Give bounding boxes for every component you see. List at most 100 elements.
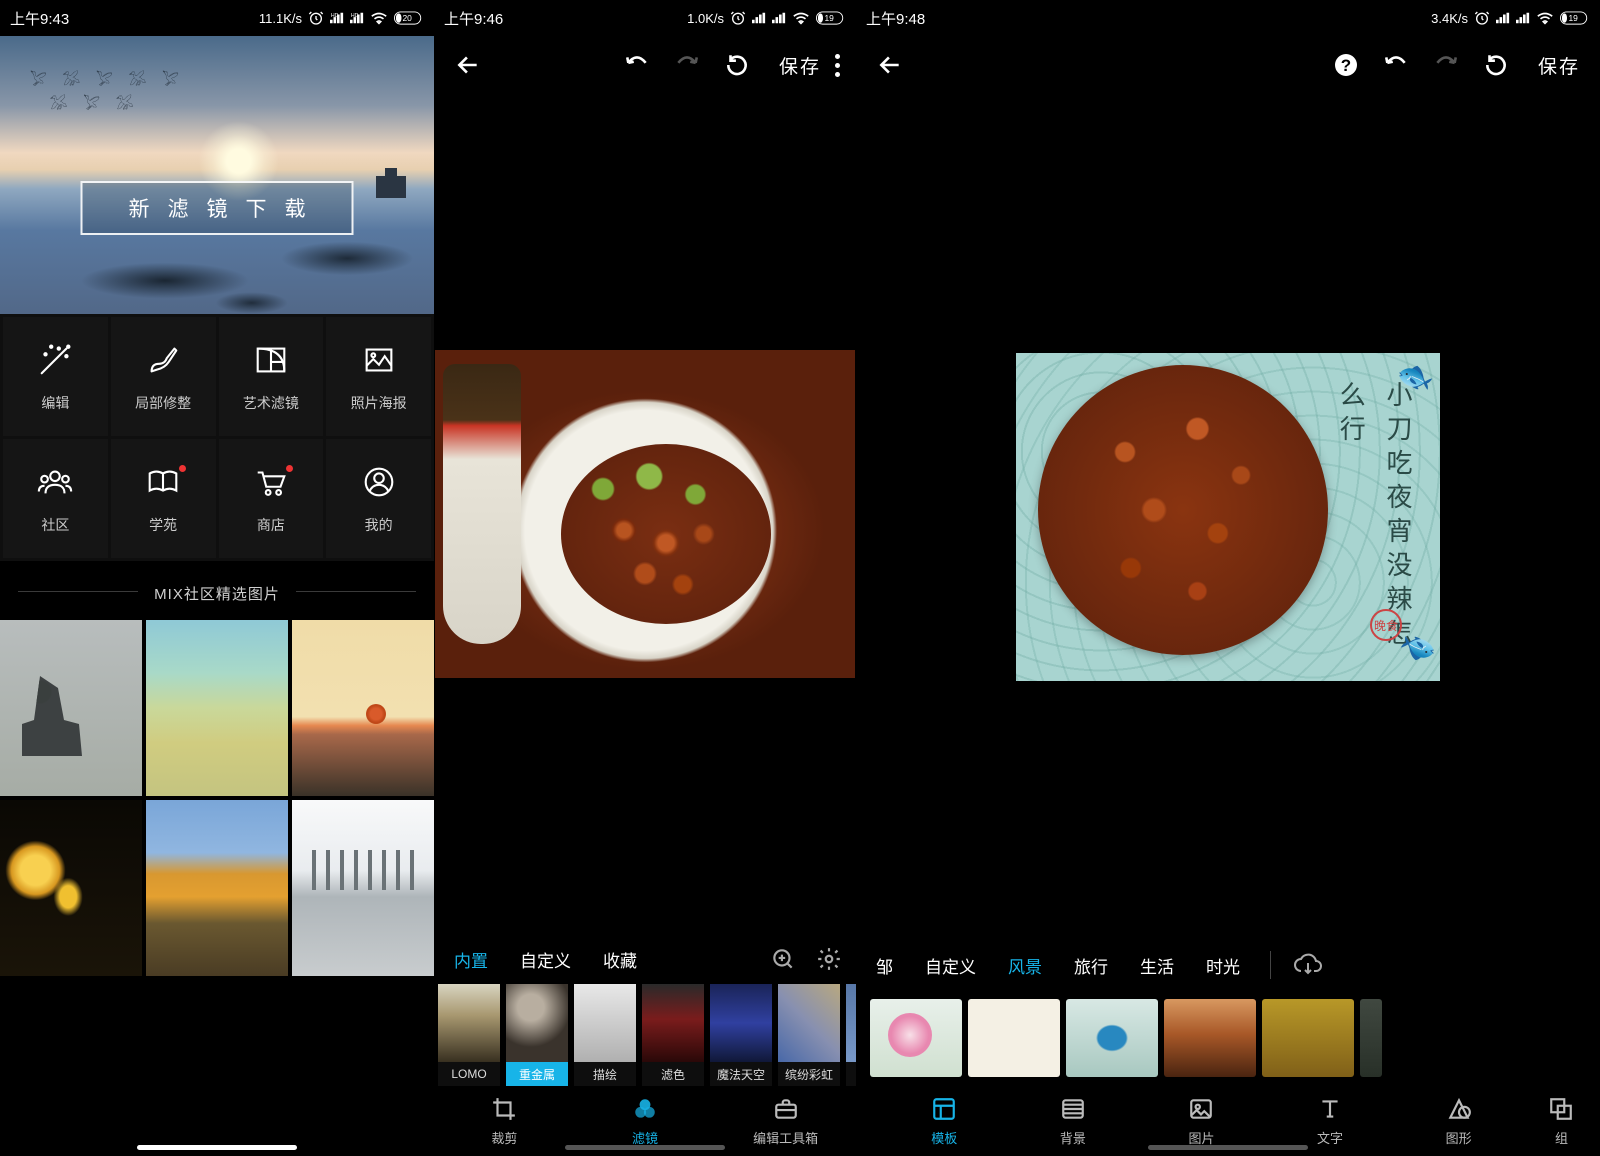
back-button[interactable] (446, 43, 490, 87)
tab-custom[interactable]: 自定义 (911, 947, 990, 984)
template-icon (931, 1096, 957, 1122)
func-photo-poster[interactable]: 照片海报 (326, 317, 431, 436)
cloud-download-button[interactable] (1287, 944, 1329, 986)
status-right: 11.1K/s HD HD 20 (259, 10, 424, 26)
gallery-item[interactable] (292, 800, 434, 976)
func-academy[interactable]: 学苑 (111, 439, 216, 558)
net-speed: 3.4K/s (1431, 11, 1468, 26)
gallery-item[interactable] (292, 620, 434, 796)
editor-toolbar-top: ? 保存 (856, 36, 1600, 94)
battery-icon: 19 (1560, 11, 1590, 25)
func-shop[interactable]: 商店 (219, 439, 324, 558)
reset-icon (1483, 52, 1509, 78)
help-button[interactable]: ? (1324, 43, 1368, 87)
save-button[interactable]: 保存 (779, 52, 821, 79)
func-edit[interactable]: 编辑 (3, 317, 108, 436)
tab-life[interactable]: 生活 (1126, 947, 1188, 984)
alarm-icon (1474, 10, 1490, 26)
new-filter-download-banner[interactable]: 新滤镜下载 (81, 181, 354, 235)
filter-tint[interactable]: 滤色 (642, 984, 704, 1086)
home-indicator[interactable] (565, 1145, 725, 1150)
tab-favorite[interactable]: 收藏 (589, 941, 651, 978)
function-grid: 编辑 局部修整 艺术滤镜 照片海报 社区 学苑 商店 我的 (0, 314, 434, 561)
template-item[interactable] (870, 999, 962, 1077)
gallery-item[interactable] (146, 620, 288, 796)
template-item[interactable] (1360, 999, 1382, 1077)
settings-button[interactable] (808, 938, 850, 980)
tool-crop[interactable]: 裁剪 (434, 1096, 575, 1147)
tab-custom[interactable]: 自定义 (506, 941, 585, 978)
hero-banner-area[interactable]: 新滤镜下载 (0, 36, 434, 314)
reset-button[interactable] (1474, 43, 1518, 87)
battery-icon: 19 (816, 11, 846, 25)
undo-button[interactable] (615, 43, 659, 87)
filter-magic-sky[interactable]: 魔法天空 (710, 984, 772, 1086)
tool-filter[interactable]: 滤镜 (575, 1096, 716, 1147)
image-icon (1188, 1096, 1214, 1122)
func-label: 商店 (257, 515, 285, 535)
svg-text:19: 19 (1568, 13, 1578, 23)
home-indicator[interactable] (1148, 1145, 1308, 1150)
status-bar: 上午9:48 3.4K/s 19 (856, 0, 1600, 36)
func-local-adjust[interactable]: 局部修整 (111, 317, 216, 436)
signal-icon (752, 12, 766, 24)
tool-shape[interactable]: 图形 (1394, 1096, 1523, 1147)
tool-background[interactable]: 背景 (1009, 1096, 1138, 1147)
filter-sketch[interactable]: 描绘 (574, 984, 636, 1086)
shape-icon (1446, 1096, 1472, 1122)
tool-toolbox[interactable]: 编辑工具箱 (715, 1096, 856, 1147)
tab-travel[interactable]: 旅行 (1060, 947, 1122, 984)
tool-template[interactable]: 模板 (880, 1096, 1009, 1147)
editor-canvas[interactable] (434, 94, 856, 934)
book-icon (144, 463, 182, 501)
zoom-button[interactable] (762, 938, 804, 980)
arrow-left-icon (455, 52, 481, 78)
func-label: 照片海报 (351, 393, 407, 413)
redo-button[interactable] (1424, 43, 1468, 87)
screen-filter-editor: 上午9:46 1.0K/s 19 保存 内置 自定义 收藏 (434, 0, 856, 1156)
more-menu-button[interactable] (835, 54, 840, 77)
editor-canvas[interactable]: 小刀吃夜宵没辣怎么行 晚食 🐟 🐟 (856, 94, 1600, 940)
poster-stamp[interactable]: 晚食 (1370, 609, 1402, 641)
poster-preview: 小刀吃夜宵没辣怎么行 晚食 🐟 🐟 (1016, 353, 1440, 681)
template-item[interactable] (1262, 999, 1354, 1077)
home-indicator[interactable] (137, 1145, 297, 1150)
battery-icon: 20 (394, 11, 424, 25)
signal-icon-2: HD (350, 12, 364, 24)
net-speed: 11.1K/s (259, 11, 302, 26)
poster-circle-photo[interactable] (1038, 365, 1328, 655)
tab-zou[interactable]: 邹 (862, 947, 907, 984)
template-item[interactable] (968, 999, 1060, 1077)
tab-scenery[interactable]: 风景 (994, 947, 1056, 984)
save-button[interactable]: 保存 (1538, 52, 1580, 79)
template-item[interactable] (1066, 999, 1158, 1077)
background-icon (1060, 1096, 1086, 1122)
func-profile[interactable]: 我的 (326, 439, 431, 558)
gallery-item[interactable] (146, 800, 288, 976)
tab-time[interactable]: 时光 (1192, 947, 1254, 984)
svg-text:HD: HD (331, 13, 339, 19)
filter-more[interactable] (846, 984, 856, 1086)
filter-lomo[interactable]: LOMO (438, 984, 500, 1086)
func-community[interactable]: 社区 (3, 439, 108, 558)
gallery-item[interactable] (0, 620, 142, 796)
undo-button[interactable] (1374, 43, 1418, 87)
template-thumbnails (856, 990, 1600, 1086)
edited-image (435, 350, 855, 678)
tool-text[interactable]: 文字 (1266, 1096, 1395, 1147)
alarm-icon (730, 10, 746, 26)
filter-heavy-metal[interactable]: 重金属 (506, 984, 568, 1086)
gallery-item[interactable] (0, 800, 142, 976)
back-button[interactable] (868, 43, 912, 87)
tool-image[interactable]: 图片 (1137, 1096, 1266, 1147)
redo-button[interactable] (665, 43, 709, 87)
editor-toolbar-top: 保存 (434, 36, 856, 94)
tool-group[interactable]: 组 (1523, 1096, 1600, 1147)
reset-button[interactable] (715, 43, 759, 87)
status-time: 上午9:48 (866, 8, 925, 29)
func-art-filter[interactable]: 艺术滤镜 (219, 317, 324, 436)
template-item[interactable] (1164, 999, 1256, 1077)
poster-icon (360, 341, 398, 379)
filter-rainbow[interactable]: 缤纷彩虹 (778, 984, 840, 1086)
tab-builtin[interactable]: 内置 (440, 941, 502, 978)
